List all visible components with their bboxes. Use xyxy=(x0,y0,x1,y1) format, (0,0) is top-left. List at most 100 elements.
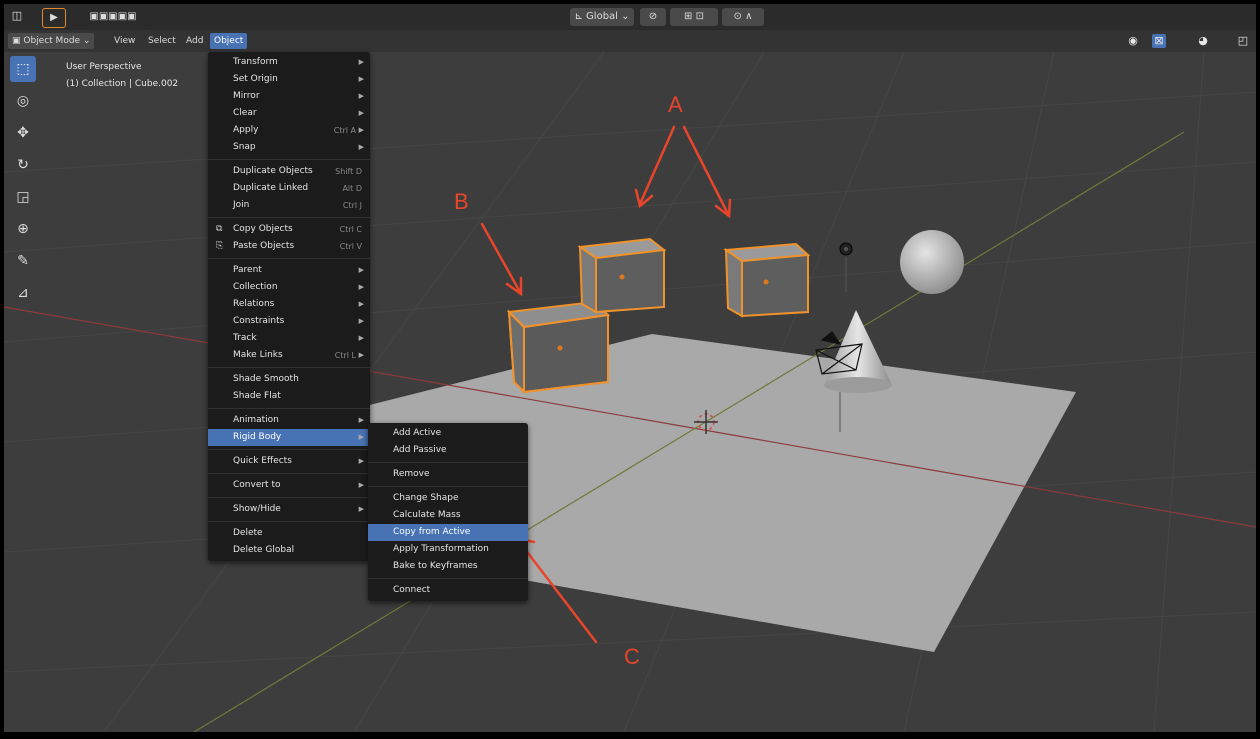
object-menu-item-make-links[interactable]: Make Links Ctrl L ▶ xyxy=(208,347,370,364)
menu-item-label: Animation xyxy=(233,415,279,425)
object-mode-dropdown[interactable]: ▣ Object Mode ⌄ xyxy=(8,33,95,49)
object-menu-item-duplicate-linked[interactable]: Duplicate Linked Alt D xyxy=(208,180,370,197)
object-menu-item-mirror[interactable]: Mirror ▶ xyxy=(208,88,370,105)
cursor-icon[interactable]: ◎ xyxy=(10,88,36,114)
sphere-object xyxy=(900,230,964,294)
rigid-body-item-bake-to-keyframes[interactable]: Bake to Keyframes xyxy=(368,558,528,575)
shading-icon[interactable]: ◕ xyxy=(1196,34,1210,48)
object-menu-item-animation[interactable]: Animation ▶ xyxy=(208,412,370,429)
blender-window: A B C ◫ ▶ ▣▣▣▣▣ ⊾ Global ⌄ ⊘ ⊞ ⊡ ⊙ ∧ ▣ O… xyxy=(4,4,1256,732)
menu-separator xyxy=(208,521,370,522)
menu-view[interactable]: View xyxy=(110,33,139,49)
object-menu-item-delete[interactable]: Delete xyxy=(208,525,370,542)
submenu-arrow-icon: ▶ xyxy=(358,58,364,66)
object-menu-item-shade-smooth[interactable]: Shade Smooth xyxy=(208,371,370,388)
rigid-body-item-add-active[interactable]: Add Active xyxy=(368,425,528,442)
select-tool-icon[interactable]: ▶ xyxy=(42,8,66,28)
menu-item-label: Parent xyxy=(233,265,262,275)
object-menu-item-transform[interactable]: Transform ▶ xyxy=(208,54,370,71)
rigid-body-item-connect[interactable]: Connect xyxy=(368,582,528,599)
rigid-body-item-calculate-mass[interactable]: Calculate Mass xyxy=(368,507,528,524)
object-menu-item-quick-effects[interactable]: Quick Effects ▶ xyxy=(208,453,370,470)
snap-icon[interactable]: ⊞ ⊡ xyxy=(670,8,718,26)
object-menu-item-snap[interactable]: Snap ▶ xyxy=(208,139,370,156)
cube-b xyxy=(506,300,611,395)
scene-canvas xyxy=(4,52,1256,732)
xray-icon[interactable]: ◰ xyxy=(1236,34,1250,48)
submenu-arrow-icon: ▶ xyxy=(358,433,364,441)
object-menu-item-rigid-body[interactable]: Rigid Body ▶ xyxy=(208,429,370,446)
object-menu-item-copy-objects[interactable]: ⧉ Copy Objects Ctrl C xyxy=(208,221,370,238)
menu-item-label: Set Origin xyxy=(233,74,278,84)
cube-a2 xyxy=(723,242,811,318)
tool-shelf: ⬚ ◎ ✥ ↻ ◲ ⊕ ✎ ⊿ xyxy=(10,56,40,312)
submenu-arrow-icon: ▶ xyxy=(358,351,364,359)
cube-a1 xyxy=(577,237,667,314)
object-menu-item-shade-flat[interactable]: Shade Flat xyxy=(208,388,370,405)
annotation-c: C xyxy=(624,644,640,669)
object-menu-item-track[interactable]: Track ▶ xyxy=(208,330,370,347)
measure-icon[interactable]: ⊿ xyxy=(10,280,36,306)
rigid-body-item-add-passive[interactable]: Add Passive xyxy=(368,442,528,459)
rotate-icon[interactable]: ↻ xyxy=(10,152,36,178)
rigid-body-submenu: Add Active Add Passive Remove Change Shape C… xyxy=(368,423,528,601)
rigid-body-item-apply-transformation[interactable]: Apply Transformation xyxy=(368,541,528,558)
menu-item-label: Shade Flat xyxy=(233,391,281,401)
menu-separator xyxy=(208,367,370,368)
object-menu-item-constraints[interactable]: Constraints ▶ xyxy=(208,313,370,330)
menu-item-shortcut: Ctrl J xyxy=(342,201,362,210)
collection-label: (1) Collection | Cube.002 xyxy=(66,79,179,89)
object-menu-item-delete-global[interactable]: Delete Global xyxy=(208,542,370,559)
menu-separator xyxy=(208,408,370,409)
menu-item-label: Transform xyxy=(233,57,278,67)
annotate-icon[interactable]: ✎ xyxy=(10,248,36,274)
menu-item-label: Apply Transformation xyxy=(393,544,489,554)
menu-select[interactable]: Select xyxy=(144,33,180,49)
move-icon[interactable]: ✥ xyxy=(10,120,36,146)
object-menu-item-duplicate-objects[interactable]: Duplicate Objects Shift D xyxy=(208,163,370,180)
pivot-icon[interactable]: ⊘ xyxy=(640,8,666,26)
object-menu-item-paste-objects[interactable]: ⎘ Paste Objects Ctrl V xyxy=(208,238,370,255)
menu-add[interactable]: Add xyxy=(182,33,207,49)
object-menu-item-relations[interactable]: Relations ▶ xyxy=(208,296,370,313)
menu-item-label: Delete xyxy=(233,528,263,538)
transform-icon[interactable]: ⊕ xyxy=(10,216,36,242)
3d-viewport[interactable] xyxy=(4,52,1256,732)
object-menu-item-show-hide[interactable]: Show/Hide ▶ xyxy=(208,501,370,518)
orientation-icon: ⊾ xyxy=(574,11,587,22)
rigid-body-item-change-shape[interactable]: Change Shape xyxy=(368,490,528,507)
scale-icon[interactable]: ◲ xyxy=(10,184,36,210)
rigid-body-item-remove[interactable]: Remove xyxy=(368,466,528,483)
object-menu-item-clear[interactable]: Clear ▶ xyxy=(208,105,370,122)
menu-item-label: Relations xyxy=(233,299,275,309)
transform-orientation-select[interactable]: ⊾ Global ⌄ xyxy=(570,8,634,26)
menu-item-shortcut: Ctrl A xyxy=(333,126,356,135)
overlays-icon[interactable]: ⊠ xyxy=(1152,34,1166,48)
submenu-arrow-icon: ▶ xyxy=(358,457,364,465)
menu-object[interactable]: Object xyxy=(210,33,248,49)
object-menu-item-apply[interactable]: Apply Ctrl A ▶ xyxy=(208,122,370,139)
menu-item-label: Mirror xyxy=(233,91,260,101)
view-object-types-icon[interactable]: ◉ xyxy=(1126,34,1140,48)
menu-separator xyxy=(208,258,370,259)
object-menu-item-collection[interactable]: Collection ▶ xyxy=(208,279,370,296)
select-box-icon[interactable]: ⬚ xyxy=(10,56,36,82)
menu-separator xyxy=(208,473,370,474)
arrow-b xyxy=(480,222,522,294)
object-menu-item-convert-to[interactable]: Convert to ▶ xyxy=(208,477,370,494)
menu-item-label: Clear xyxy=(233,108,257,118)
menu-item-label: Duplicate Objects xyxy=(233,166,313,176)
top-header: ◫ ▶ ▣▣▣▣▣ ⊾ Global ⌄ ⊘ ⊞ ⊡ ⊙ ∧ xyxy=(4,4,1256,30)
selection-mode-icons[interactable]: ▣▣▣▣▣ xyxy=(78,8,148,26)
menu-item-label: Track xyxy=(233,333,257,343)
menu-item-shortcut: Ctrl V xyxy=(339,242,362,251)
rigid-body-item-copy-from-active[interactable]: Copy from Active xyxy=(368,524,528,541)
object-menu-item-parent[interactable]: Parent ▶ xyxy=(208,262,370,279)
proportional-edit-icon[interactable]: ⊙ ∧ xyxy=(722,8,764,26)
editor-type-icon[interactable]: ◫ xyxy=(10,9,24,23)
object-menu-item-join[interactable]: Join Ctrl J xyxy=(208,197,370,214)
menu-separator xyxy=(208,449,370,450)
object-menu-item-set-origin[interactable]: Set Origin ▶ xyxy=(208,71,370,88)
menu-separator xyxy=(368,462,528,463)
viewport-info: User Perspective (1) Collection | Cube.0… xyxy=(66,59,178,93)
